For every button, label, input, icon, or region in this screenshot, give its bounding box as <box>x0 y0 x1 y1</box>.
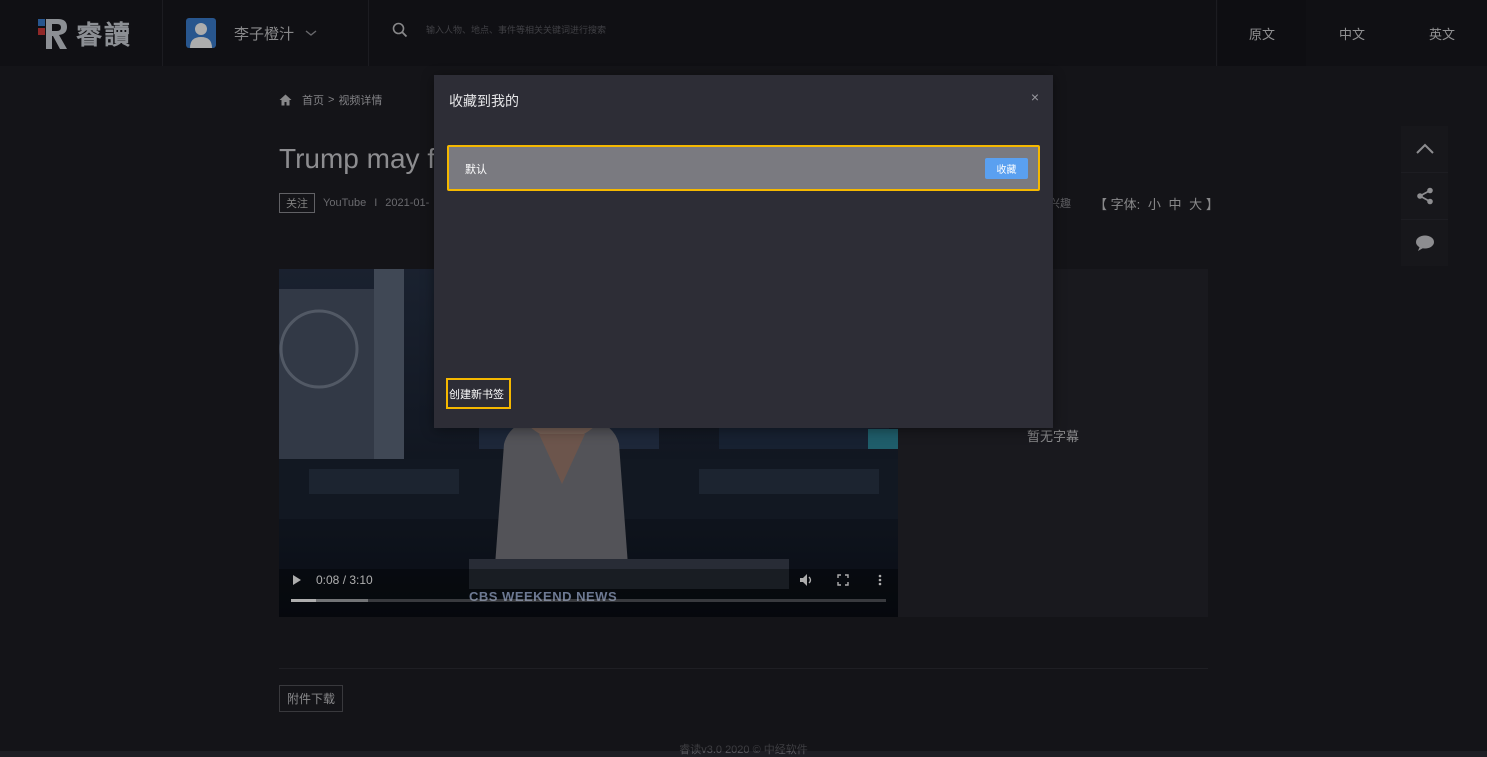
dialog-title: 收藏到我的 <box>449 93 519 109</box>
favorite-dialog: 收藏到我的 × 默认 收藏 创建新书签 <box>434 75 1053 428</box>
close-icon[interactable]: × <box>1031 89 1039 105</box>
bookmark-folder-name: 默认 <box>465 164 487 176</box>
bookmark-folder-row[interactable]: 默认 收藏 <box>447 145 1040 191</box>
create-bookmark-button[interactable]: 创建新书签 <box>446 378 511 409</box>
favorite-button[interactable]: 收藏 <box>985 158 1028 179</box>
